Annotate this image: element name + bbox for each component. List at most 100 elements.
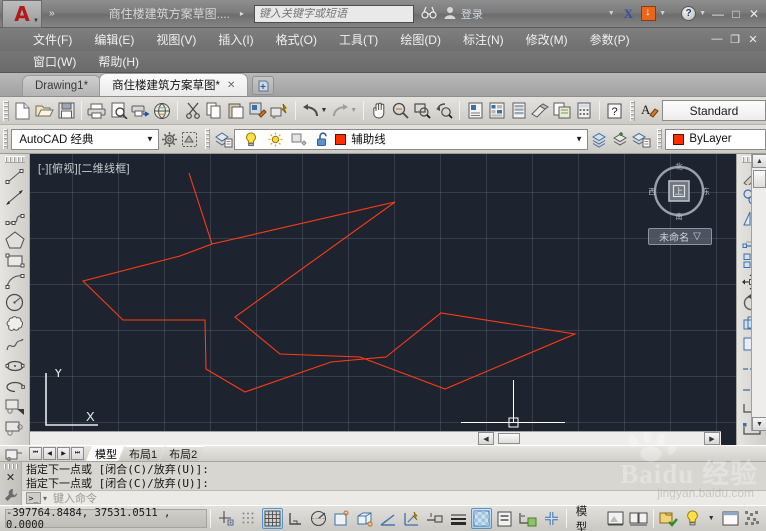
- title-menu-arrow-icon[interactable]: ▸: [240, 9, 244, 18]
- command-input-placeholder[interactable]: 键入命令: [53, 490, 97, 506]
- toolbar-grip[interactable]: [3, 100, 9, 121]
- gear-icon[interactable]: [160, 128, 178, 150]
- match-properties-icon[interactable]: [248, 100, 268, 122]
- file-tab-active[interactable]: 商住楼建筑方案草图* ✕: [99, 73, 249, 96]
- plot-preview-icon[interactable]: [109, 100, 129, 122]
- spline-icon[interactable]: [3, 334, 27, 355]
- menu-format[interactable]: 格式(O): [265, 31, 328, 48]
- scroll-right-button[interactable]: ▶: [704, 432, 720, 445]
- menu-parametric[interactable]: 参数(P): [579, 31, 641, 48]
- layout-tab-2[interactable]: 布局2: [160, 446, 204, 461]
- workspace-switching-icon[interactable]: [720, 508, 741, 529]
- redo-caret-icon[interactable]: ▼: [350, 107, 357, 114]
- unlock-icon[interactable]: [312, 128, 334, 150]
- ellipse-arc-icon[interactable]: [3, 376, 27, 397]
- selection-cycling-icon[interactable]: [494, 508, 515, 529]
- prev-tab-button[interactable]: ◀: [43, 447, 56, 460]
- vertical-scroll-thumb[interactable]: [753, 170, 766, 188]
- quick-view-drawings-icon[interactable]: [628, 508, 649, 529]
- properties-icon[interactable]: [465, 100, 485, 122]
- object-snap-tracking-icon[interactable]: [378, 508, 399, 529]
- search-input[interactable]: [258, 7, 413, 20]
- layout-grid-icon[interactable]: [1, 446, 27, 462]
- text-style-name[interactable]: Standard: [661, 100, 766, 121]
- dynamic-input-icon[interactable]: [424, 508, 445, 529]
- menu-dimension[interactable]: 标注(N): [452, 31, 515, 48]
- chevron-down-icon[interactable]: ▽: [693, 231, 701, 242]
- menu-help[interactable]: 帮助(H): [87, 53, 150, 70]
- close-icon[interactable]: ✕: [6, 471, 15, 484]
- infer-constraints-icon[interactable]: [215, 508, 236, 529]
- chevron-down-icon[interactable]: ▼: [146, 135, 154, 144]
- doc-close-button[interactable]: ✕: [744, 33, 762, 46]
- menu-file[interactable]: 文件(F): [22, 31, 83, 48]
- layers-toolbar-grip[interactable]: [204, 129, 211, 149]
- layer-make-current-icon[interactable]: [612, 128, 630, 150]
- construction-line-icon[interactable]: [3, 187, 27, 208]
- annotation-visibility-icon[interactable]: [658, 508, 679, 529]
- grid-display-icon[interactable]: [261, 508, 284, 529]
- scale-caret-icon[interactable]: ▼: [708, 515, 715, 522]
- first-tab-button[interactable]: ⏮: [29, 447, 42, 460]
- clean-screen-icon[interactable]: [742, 508, 763, 529]
- copy-icon[interactable]: [205, 100, 225, 122]
- new-file-icon[interactable]: [13, 100, 33, 122]
- workspace-select[interactable]: AutoCAD 经典 ▼: [11, 128, 159, 150]
- layer-properties-icon[interactable]: [214, 128, 233, 150]
- layer-select[interactable]: 辅助线 ▼: [234, 128, 589, 150]
- autodesk360-caret-icon[interactable]: ▼: [608, 10, 615, 17]
- new-tab-button[interactable]: [252, 76, 275, 95]
- properties-toolbar-grip[interactable]: [657, 129, 663, 149]
- calculator-icon[interactable]: [574, 100, 594, 122]
- line-icon[interactable]: [3, 166, 27, 187]
- transparency-icon[interactable]: [470, 508, 493, 529]
- command-input-row[interactable]: >_ ▾ 键入命令: [22, 490, 766, 505]
- viewport-freeze-icon[interactable]: [288, 128, 310, 150]
- undo-icon[interactable]: [301, 100, 321, 122]
- workspace-toolbar-grip[interactable]: [3, 129, 9, 149]
- add-scale-icon[interactable]: [541, 508, 562, 529]
- menu-edit[interactable]: 编辑(E): [83, 31, 145, 48]
- draw-toolbar-grip[interactable]: [4, 156, 25, 163]
- doc-minimize-button[interactable]: —: [708, 33, 726, 46]
- insert-block-icon[interactable]: [3, 397, 27, 418]
- exchange-app-icon[interactable]: X: [624, 6, 633, 22]
- help-toolbar-icon[interactable]: ?: [605, 100, 625, 122]
- last-tab-button[interactable]: ⏭: [71, 447, 84, 460]
- model-tab[interactable]: 模型: [86, 446, 124, 461]
- zoom-window-icon[interactable]: [413, 100, 433, 122]
- sun-icon[interactable]: [264, 128, 286, 150]
- cloud-download-icon[interactable]: [641, 6, 657, 21]
- menu-modify[interactable]: 修改(M): [515, 31, 579, 48]
- command-line-grip[interactable]: [3, 464, 18, 469]
- next-tab-button[interactable]: ▶: [57, 447, 70, 460]
- annotation-autoscale-icon[interactable]: [681, 508, 702, 529]
- vertical-scrollbar[interactable]: ▲ ▼: [751, 154, 766, 431]
- layout-tab-1[interactable]: 布局1: [120, 446, 164, 461]
- layer-states-icon[interactable]: [632, 128, 651, 150]
- layer-previous-icon[interactable]: [591, 128, 609, 150]
- rectangle-icon[interactable]: [3, 250, 27, 271]
- menu-window[interactable]: 窗口(W): [22, 53, 87, 70]
- cloud-caret-icon[interactable]: ▼: [659, 10, 666, 17]
- maximize-button[interactable]: □: [727, 7, 745, 21]
- space-indicator[interactable]: 模型: [570, 503, 604, 531]
- plot-icon[interactable]: [87, 100, 107, 122]
- cut-icon[interactable]: [183, 100, 203, 122]
- close-icon[interactable]: ✕: [227, 80, 235, 91]
- viewcube[interactable]: 北 南 东 西 上: [648, 160, 710, 222]
- snap-mode-icon[interactable]: [239, 508, 260, 529]
- ortho-mode-icon[interactable]: [285, 508, 306, 529]
- paste-icon[interactable]: [226, 100, 246, 122]
- pan-icon[interactable]: [369, 100, 389, 122]
- menu-view[interactable]: 视图(V): [145, 31, 207, 48]
- scroll-left-button[interactable]: ◀: [478, 432, 494, 445]
- doc-restore-button[interactable]: ❐: [726, 33, 744, 46]
- annotation-monitor-icon[interactable]: [517, 508, 538, 529]
- menu-tools[interactable]: 工具(T): [328, 31, 389, 48]
- lineweight-icon[interactable]: [448, 508, 469, 529]
- zoom-previous-icon[interactable]: [434, 100, 454, 122]
- sign-in-link[interactable]: 登录: [461, 6, 483, 22]
- minimize-button[interactable]: —: [709, 7, 727, 21]
- circle-icon[interactable]: [3, 292, 27, 313]
